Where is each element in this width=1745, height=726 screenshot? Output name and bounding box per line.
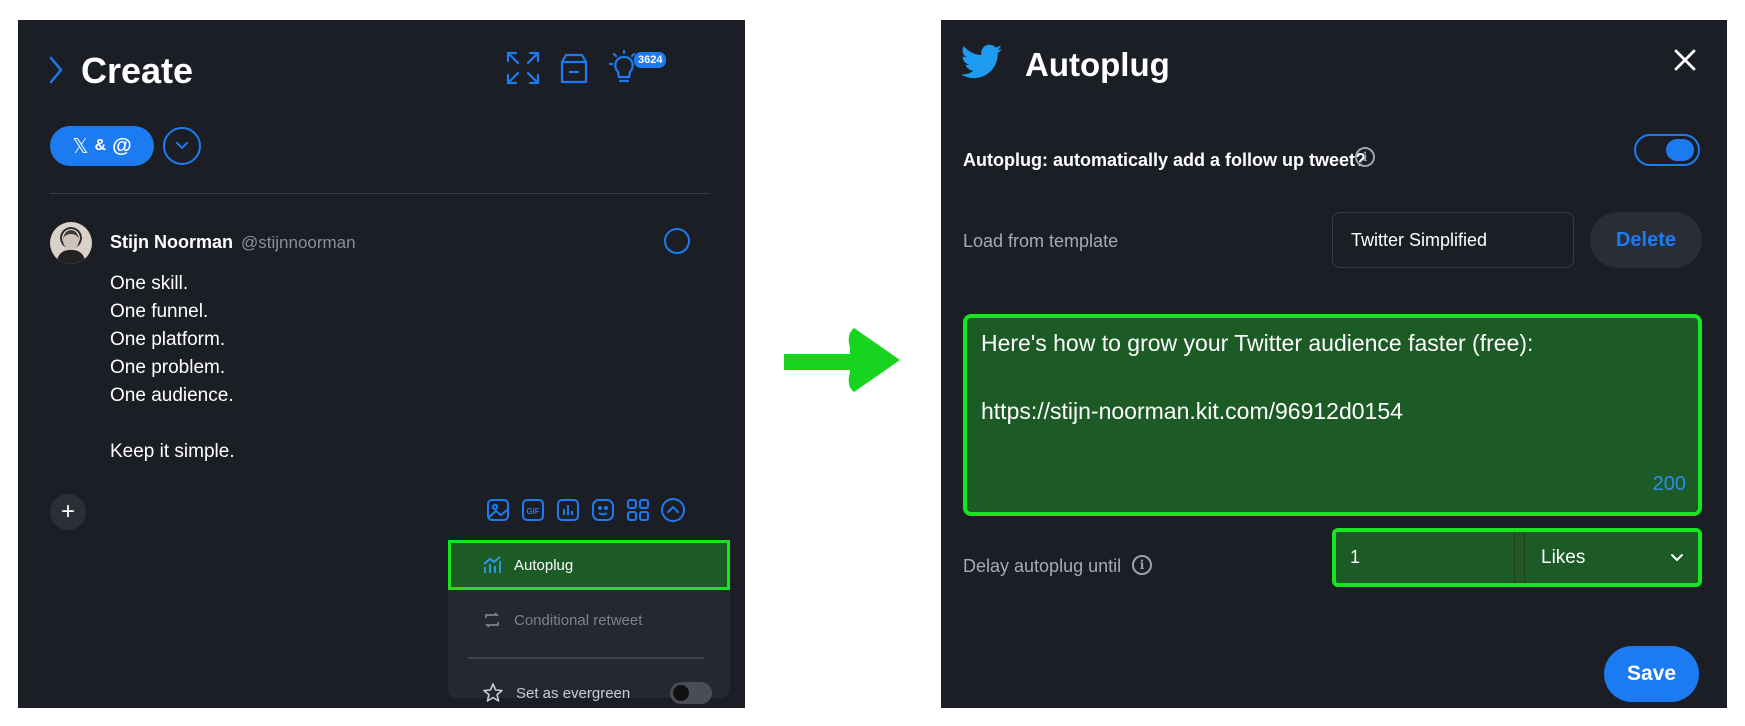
emoji-icon[interactable] (590, 497, 616, 523)
add-tweet-button[interactable]: + (50, 494, 86, 530)
drafts-inbox-icon[interactable] (556, 50, 592, 86)
tweet-line[interactable]: One skill. (110, 273, 188, 295)
expand-icon[interactable] (505, 50, 541, 86)
ampersand: & (94, 137, 107, 154)
chevron-down-icon (176, 142, 188, 150)
chevron-down-icon (1671, 554, 1683, 562)
info-icon[interactable]: i (1132, 555, 1152, 575)
menu-item-evergreen[interactable]: Set as evergreen (448, 668, 730, 718)
close-icon[interactable] (1673, 48, 1697, 72)
user-handle: @stijnnoorman (241, 233, 356, 252)
arrow-right-icon (784, 328, 902, 392)
delay-controls: 1 Likes (1332, 528, 1702, 587)
template-label: Load from template (963, 231, 1119, 251)
create-panel: Create 3624 𝕏 & @ Stijn Noorman @stijnno… (18, 20, 745, 708)
info-icon[interactable]: i (1355, 147, 1375, 167)
delay-unit-label: Likes (1541, 546, 1586, 568)
delay-unit-select[interactable]: Likes (1524, 532, 1698, 583)
threads-logo-icon: @ (112, 134, 132, 157)
save-button[interactable]: Save (1604, 646, 1699, 702)
star-icon (483, 683, 503, 702)
char-count: 200 (1652, 473, 1686, 495)
grid-icon[interactable] (625, 497, 651, 523)
delay-label: Delay autoplug until (963, 556, 1122, 576)
delete-button[interactable]: Delete (1590, 212, 1702, 268)
image-icon[interactable] (485, 497, 511, 523)
delay-value-input[interactable]: 1 (1336, 532, 1515, 583)
x-logo-icon: 𝕏 (72, 135, 89, 158)
tweet-line[interactable]: One audience. (110, 385, 234, 407)
divider (50, 193, 709, 194)
twitter-bird-icon (961, 44, 1003, 80)
user-name: Stijn Noorman (110, 232, 234, 252)
character-progress-ring (664, 228, 690, 254)
autoplug-question: Autoplug: automatically add a follow up … (963, 150, 1367, 170)
svg-text:GIF: GIF (526, 507, 539, 516)
evergreen-toggle[interactable] (670, 682, 713, 704)
tweet-options-menu: Autoplug Conditional retweet Set as ever… (448, 540, 730, 704)
message-line: Here's how to grow your Twitter audience… (981, 330, 1534, 356)
autoplug-message-input[interactable]: Here's how to grow your Twitter audience… (963, 314, 1702, 516)
poll-icon[interactable] (555, 497, 581, 523)
page-title: Create (81, 50, 194, 91)
menu-divider (468, 657, 704, 659)
template-select[interactable]: Twitter Simplified (1332, 212, 1574, 268)
tweet-line[interactable]: One platform. (110, 329, 225, 351)
autoplug-dialog: Autoplug Autoplug: automatically add a f… (941, 20, 1727, 708)
avatar (50, 222, 92, 264)
lightbulb-icon[interactable] (606, 50, 642, 86)
retweet-icon (484, 612, 500, 628)
tweet-line[interactable]: Keep it simple. (110, 441, 235, 463)
menu-item-autoplug[interactable]: Autoplug (448, 540, 730, 590)
chevron-right-icon[interactable] (48, 56, 64, 84)
platform-dropdown-button[interactable] (163, 127, 201, 165)
menu-item-label: Conditional retweet (514, 611, 643, 629)
autoplug-toggle[interactable] (1634, 134, 1700, 166)
message-line: https://stijn-noorman.kit.com/96912d0154 (981, 398, 1403, 424)
menu-item-label: Autoplug (514, 556, 574, 574)
dialog-title: Autoplug (1025, 46, 1170, 83)
platform-selector[interactable]: 𝕏 & @ (50, 126, 154, 166)
autoplug-chart-icon (483, 556, 501, 573)
menu-item-label: Set as evergreen (516, 684, 631, 702)
gif-icon[interactable]: GIF (520, 497, 546, 523)
tweet-line[interactable]: One problem. (110, 357, 225, 379)
tweet-line[interactable]: One funnel. (110, 301, 208, 323)
menu-item-conditional-retweet[interactable]: Conditional retweet (448, 595, 730, 645)
chevron-up-icon[interactable] (660, 497, 686, 523)
